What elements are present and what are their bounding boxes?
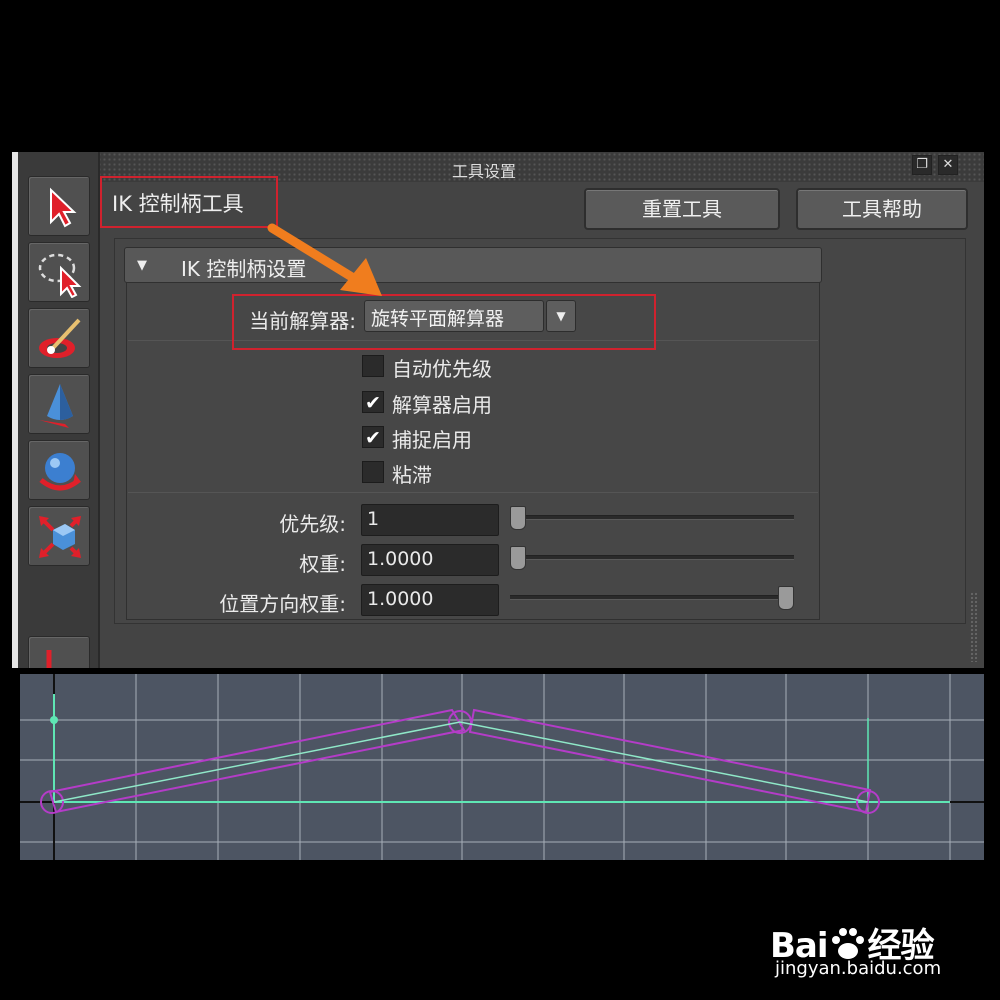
viewport-panel[interactable] — [20, 674, 984, 860]
watermark-url: jingyan.baidu.com — [775, 958, 942, 979]
upper-bone — [48, 708, 466, 814]
paw-icon — [828, 927, 868, 961]
pole-vector-point — [50, 716, 58, 724]
ik-chain-line — [53, 721, 869, 803]
ik-chain-viewport[interactable] — [20, 674, 984, 860]
lower-bone — [468, 708, 872, 814]
grid-lines — [20, 674, 984, 860]
